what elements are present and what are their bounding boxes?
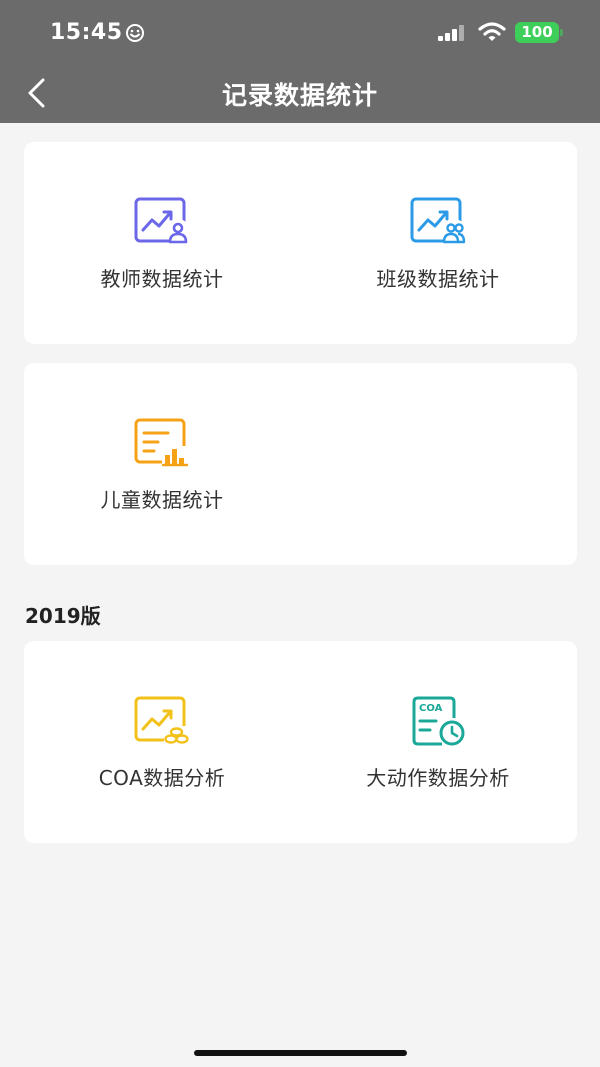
battery-level: 100 — [515, 22, 559, 43]
teacher-stats-tile[interactable]: 教师数据统计 — [24, 142, 300, 344]
smiley-icon — [126, 24, 144, 42]
gross-motor-analysis-tile[interactable]: COA 大动作数据分析 — [300, 641, 576, 843]
tile-label: 教师数据统计 — [100, 267, 224, 291]
child-stats-icon — [134, 418, 189, 467]
child-stats-tile[interactable]: 儿童数据统计 — [24, 363, 300, 565]
stats-card-3: COA数据分析 COA 大动作数据分析 — [24, 641, 577, 843]
tile-label: 班级数据统计 — [376, 267, 500, 291]
status-time: 15:45 — [50, 20, 123, 45]
header: 15:45 100 记录数据统计 — [0, 0, 600, 123]
cellular-signal-icon — [438, 25, 464, 41]
teacher-stats-icon — [134, 197, 190, 244]
page-title: 记录数据统计 — [221, 81, 378, 110]
stats-card-2: 儿童数据统计 — [24, 363, 577, 565]
status-bar: 15:45 100 — [0, 0, 600, 62]
coa-icon-text: COA — [419, 703, 443, 714]
gross-motor-analysis-icon: COA — [412, 696, 465, 746]
coa-analysis-icon — [134, 696, 190, 746]
battery-cap — [560, 29, 563, 36]
coa-analysis-tile[interactable]: COA数据分析 — [24, 641, 300, 843]
wifi-icon — [478, 22, 506, 41]
tile-label: COA数据分析 — [98, 766, 226, 790]
stats-card-1: 教师数据统计 班级数据统计 — [24, 142, 577, 344]
nav-bar: 记录数据统计 — [0, 62, 600, 123]
class-stats-tile[interactable]: 班级数据统计 — [300, 142, 576, 344]
tile-label: 大动作数据分析 — [366, 766, 510, 790]
home-indicator — [194, 1050, 407, 1056]
section-title-2019: 2019版 — [25, 604, 101, 628]
tile-label: 儿童数据统计 — [100, 488, 224, 512]
class-stats-icon — [410, 197, 466, 245]
